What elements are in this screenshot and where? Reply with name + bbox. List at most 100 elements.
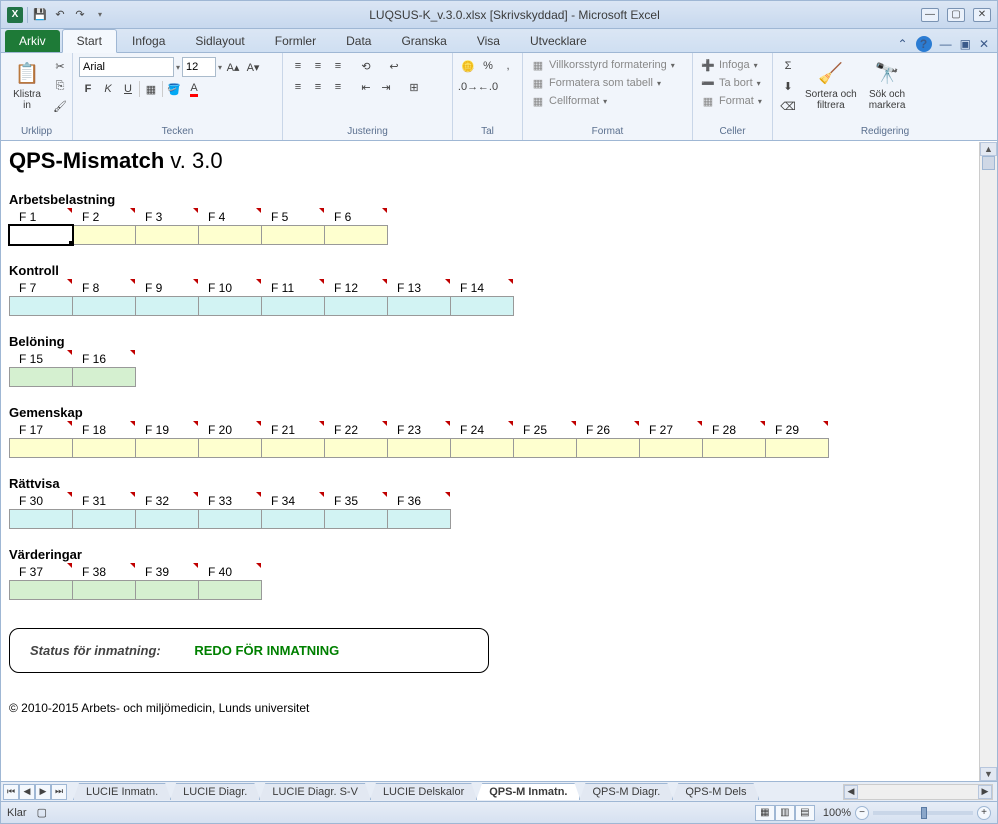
orientation-icon[interactable]: ⟲ [357,57,375,75]
fill-color-icon[interactable]: 🪣 [165,80,183,98]
input-cell[interactable] [387,296,451,316]
zoom-in-button[interactable]: + [977,806,991,820]
sheet-tab[interactable]: QPS-M Diagr. [579,783,673,800]
input-cell[interactable] [387,438,451,458]
underline-icon[interactable]: U [119,80,137,98]
zoom-percent[interactable]: 100% [823,807,851,819]
percent-icon[interactable]: % [479,57,497,75]
cut-icon[interactable]: ✂ [51,57,69,75]
input-cell[interactable] [198,438,262,458]
autosum-icon[interactable]: Σ [779,57,797,75]
tab-start[interactable]: Start [62,29,117,53]
decrease-font-icon[interactable]: A▾ [244,58,262,76]
italic-icon[interactable]: K [99,80,117,98]
align-middle-icon[interactable]: ≡ [309,57,327,75]
align-right-icon[interactable]: ≡ [329,78,347,96]
input-cell[interactable] [135,509,199,529]
input-cell[interactable] [702,438,766,458]
align-left-icon[interactable]: ≡ [289,78,307,96]
window-close-icon[interactable]: ✕ [979,37,989,51]
input-cell[interactable] [9,225,73,245]
sheet-tab[interactable]: LUCIE Delskalor [370,783,477,800]
last-sheet-icon[interactable]: ⏭ [51,784,67,800]
scroll-left-icon[interactable]: ◀ [844,785,858,799]
comma-icon[interactable]: , [499,57,517,75]
input-cell[interactable] [765,438,829,458]
scroll-up-icon[interactable]: ▲ [980,142,997,156]
normal-view-icon[interactable]: ▦ [755,805,775,821]
tab-infoga[interactable]: Infoga [117,29,180,52]
conditional-formatting-button[interactable]: ▦Villkorsstyrd formatering▾ [529,57,677,73]
input-cell[interactable] [450,296,514,316]
insert-cells-button[interactable]: ➕Infoga▾ [699,57,760,73]
increase-indent-icon[interactable]: ⇥ [377,78,395,96]
zoom-out-button[interactable]: − [855,806,869,820]
input-cell[interactable] [9,296,73,316]
input-cell[interactable] [9,367,73,387]
save-icon[interactable]: 💾 [32,7,48,23]
input-cell[interactable] [9,509,73,529]
fill-icon[interactable]: ⬇ [779,77,797,95]
input-cell[interactable] [261,509,325,529]
input-cell[interactable] [324,509,388,529]
input-cell[interactable] [450,438,514,458]
sheet-body[interactable]: QPS-Mismatch v. 3.0 ArbetsbelastningF 1F… [1,142,977,781]
prev-sheet-icon[interactable]: ◀ [19,784,35,800]
cell-styles-button[interactable]: ▦Cellformat▾ [529,93,609,109]
sheet-tab[interactable]: QPS-M Dels [672,783,759,800]
input-cell[interactable] [72,225,136,245]
align-center-icon[interactable]: ≡ [309,78,327,96]
merge-icon[interactable]: ⊞ [405,78,423,96]
window-min-icon[interactable]: — [940,37,952,51]
sheet-tab[interactable]: LUCIE Diagr. S-V [259,783,371,800]
page-layout-icon[interactable]: ▥ [775,805,795,821]
redo-icon[interactable]: ↷ [72,7,88,23]
sheet-tab[interactable]: LUCIE Inmatn. [73,783,171,800]
font-color-icon[interactable]: A [185,80,203,98]
undo-icon[interactable]: ↶ [52,7,68,23]
input-cell[interactable] [135,225,199,245]
wrap-text-icon[interactable]: ↩ [385,57,403,75]
close-button[interactable]: ✕ [973,8,991,22]
sheet-tab[interactable]: QPS-M Inmatn. [476,783,580,800]
input-cell[interactable] [639,438,703,458]
macro-record-icon[interactable]: ▢ [37,806,47,819]
tab-utvecklare[interactable]: Utvecklare [515,29,602,52]
input-cell[interactable] [72,367,136,387]
input-cell[interactable] [198,296,262,316]
decrease-decimal-icon[interactable]: ←.0 [479,78,497,96]
input-cell[interactable] [513,438,577,458]
input-cell[interactable] [72,296,136,316]
bold-icon[interactable]: F [79,80,97,98]
tab-data[interactable]: Data [331,29,386,52]
currency-icon[interactable]: 🪙 [459,57,477,75]
border-icon[interactable]: ▦ [142,80,160,98]
input-cell[interactable] [135,438,199,458]
clear-icon[interactable]: ⌫ [779,97,797,115]
input-cell[interactable] [261,296,325,316]
input-cell[interactable] [72,509,136,529]
scroll-right-icon[interactable]: ▶ [978,785,992,799]
increase-decimal-icon[interactable]: .0→ [459,78,477,96]
scroll-down-icon[interactable]: ▼ [980,767,997,781]
input-cell[interactable] [198,509,262,529]
scroll-thumb[interactable] [982,156,995,170]
minimize-button[interactable]: — [921,8,939,22]
font-size-select[interactable] [182,57,216,77]
format-table-button[interactable]: ▦Formatera som tabell▾ [529,75,663,91]
find-select-button[interactable]: 🔭 Sök och markera [865,57,910,113]
format-cells-button[interactable]: ▦Format▾ [699,93,764,109]
zoom-slider[interactable] [873,811,973,815]
page-break-icon[interactable]: ▤ [795,805,815,821]
increase-font-icon[interactable]: A▴ [224,58,242,76]
window-restore-icon[interactable]: ▣ [960,37,971,51]
qat-dropdown-icon[interactable]: ▾ [92,7,108,23]
sort-filter-button[interactable]: 🧹 Sortera och filtrera [801,57,861,113]
file-tab[interactable]: Arkiv [5,30,60,52]
input-cell[interactable] [72,580,136,600]
font-name-select[interactable] [79,57,174,77]
copy-icon[interactable]: ⎘ [51,77,69,95]
tab-granska[interactable]: Granska [386,29,461,52]
first-sheet-icon[interactable]: ⏮ [3,784,19,800]
input-cell[interactable] [324,296,388,316]
